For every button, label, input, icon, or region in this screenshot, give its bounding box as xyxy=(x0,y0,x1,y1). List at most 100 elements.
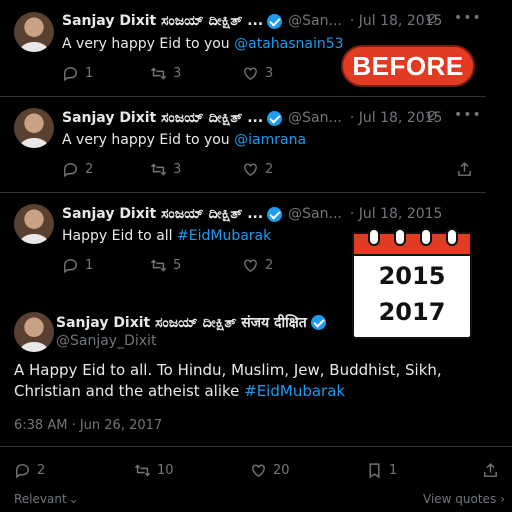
calendar-year-2015: 2015 xyxy=(378,262,446,290)
reply-button[interactable]: 1 xyxy=(62,65,93,82)
author-name[interactable]: Sanjay Dixit ಸಂಜಯ್ ದೀಕ್ಷಿತ್ ... xyxy=(62,110,263,126)
main-tweet-actions: 2 10 20 1 xyxy=(14,462,504,482)
reply-button[interactable]: 2 xyxy=(62,161,93,178)
calendar-ring xyxy=(420,228,432,246)
relevant-label: Relevant xyxy=(14,492,67,506)
retweet-count: 10 xyxy=(157,463,174,478)
reply-button[interactable]: 2 xyxy=(14,462,45,479)
reply-icon xyxy=(63,163,77,178)
reply-count: 2 xyxy=(85,162,94,177)
grok-icon[interactable]: ⊘ xyxy=(426,11,438,27)
main-tweet-timestamp[interactable]: 6:38 AM · Jun 26, 2017 xyxy=(14,418,162,433)
avatar[interactable] xyxy=(14,204,54,244)
calendar-year-2017: 2017 xyxy=(378,298,446,326)
grok-icon[interactable]: ⊘ xyxy=(426,108,438,124)
retweet-icon xyxy=(134,464,151,477)
tweet-header: Sanjay Dixit ಸಂಜಯ್ ದೀಕ್ಷಿತ್ ... @San... … xyxy=(62,108,442,128)
calendar-icon: 2015 2017 xyxy=(352,228,472,339)
tweet-text-content: A very happy Eid to you xyxy=(62,36,235,52)
tweet-date[interactable]: · Jul 18, 2015 xyxy=(350,206,443,222)
heart-icon xyxy=(252,464,265,478)
like-count: 2 xyxy=(265,162,274,177)
more-icon[interactable]: ••• xyxy=(454,107,482,123)
hashtag-link[interactable]: #EidMubarak xyxy=(177,228,271,244)
like-button[interactable]: 3 xyxy=(242,65,273,82)
retweet-icon xyxy=(150,67,167,80)
share-icon xyxy=(458,162,471,176)
main-tweet-handle-row: @Sanjay_Dixit xyxy=(56,331,156,351)
main-tweet-header: Sanjay Dixit ಸಂಜಯ್ ದೀಕ್ಷಿತ್ संजय दीक्षित xyxy=(56,312,330,332)
verified-icon xyxy=(310,314,326,330)
calendar-ring xyxy=(368,228,380,246)
like-count: 20 xyxy=(273,463,290,478)
author-handle[interactable]: @Sanjay_Dixit xyxy=(56,333,156,349)
tweet-text: Happy Eid to all #EidMubarak xyxy=(62,228,271,244)
hashtag-link[interactable]: #EidMubarak xyxy=(244,382,345,400)
divider xyxy=(0,446,512,447)
avatar[interactable] xyxy=(14,108,54,148)
mention-link[interactable]: @atahasnain53 xyxy=(234,36,343,52)
avatar[interactable] xyxy=(14,312,54,352)
heart-icon xyxy=(244,259,257,273)
share-button[interactable] xyxy=(456,161,479,178)
retweet-button[interactable]: 5 xyxy=(150,257,181,274)
relevant-dropdown[interactable]: Relevant ⌄ xyxy=(14,492,79,506)
mention-link[interactable]: @iamrana xyxy=(234,132,306,148)
more-icon[interactable]: ••• xyxy=(454,10,482,26)
author-handle[interactable]: @San... xyxy=(288,13,342,29)
like-button[interactable]: 2 xyxy=(242,257,273,274)
retweet-count: 3 xyxy=(173,162,182,177)
retweet-button[interactable]: 3 xyxy=(150,65,181,82)
tweet-2[interactable]: Sanjay Dixit ಸಂಜಯ್ ದೀಕ್ಷಿತ್ ... @San... … xyxy=(0,96,486,193)
reply-icon xyxy=(15,464,29,479)
like-count: 3 xyxy=(265,66,274,81)
tweet-text-content: A very happy Eid to you xyxy=(62,132,235,148)
main-tweet-text: A Happy Eid to all. To Hindu, Muslim, Je… xyxy=(14,360,498,402)
avatar[interactable] xyxy=(14,12,54,52)
retweet-count: 5 xyxy=(173,258,182,273)
retweet-button[interactable]: 10 xyxy=(134,462,174,479)
like-button[interactable]: 20 xyxy=(250,462,290,479)
like-count: 2 xyxy=(265,258,274,273)
share-button[interactable] xyxy=(482,462,505,479)
bookmark-icon xyxy=(369,463,380,479)
reply-count: 1 xyxy=(85,66,94,81)
tweet-text-content: Happy Eid to all xyxy=(62,228,178,244)
author-full-name[interactable]: Sanjay Dixit ಸಂಜಯ್ ದೀಕ್ಷಿತ್ संजय दीक्षित xyxy=(56,313,307,332)
retweet-button[interactable]: 3 xyxy=(150,161,181,178)
reply-count: 2 xyxy=(37,463,46,478)
calendar-ring xyxy=(394,228,406,246)
tweet-header: Sanjay Dixit ಸಂಜಯ್ ದೀಕ್ಷಿತ್ ... @San... … xyxy=(62,11,442,31)
retweet-icon xyxy=(150,163,167,176)
verified-icon xyxy=(267,206,283,222)
heart-icon xyxy=(244,163,257,177)
reply-button[interactable]: 1 xyxy=(62,257,93,274)
author-handle[interactable]: @San... xyxy=(288,110,342,126)
reply-icon xyxy=(63,259,77,274)
author-handle[interactable]: @San... xyxy=(288,206,342,222)
bookmark-count: 1 xyxy=(389,463,398,478)
author-name[interactable]: Sanjay Dixit ಸಂಜಯ್ ದೀಕ್ಷಿತ್ ... xyxy=(62,13,263,29)
retweet-icon xyxy=(150,259,167,272)
tweet-header: Sanjay Dixit ಸಂಜಯ್ ದೀಕ್ಷಿತ್ ... @San... … xyxy=(62,204,442,224)
tweet-text: A very happy Eid to you @atahasnain53 xyxy=(62,36,344,52)
calendar-ring xyxy=(446,228,458,246)
view-quotes-label: View quotes xyxy=(423,492,497,506)
author-name[interactable]: Sanjay Dixit ಸಂಜಯ್ ದೀಕ್ಷಿತ್ ... xyxy=(62,206,263,222)
chevron-down-icon: ⌄ xyxy=(68,492,79,506)
tweet-actions: 2 3 2 xyxy=(62,161,482,181)
bookmark-button[interactable]: 1 xyxy=(366,462,397,479)
share-icon xyxy=(484,463,497,477)
reply-icon xyxy=(63,67,77,82)
view-quotes-link[interactable]: View quotes › xyxy=(423,492,505,506)
reply-count: 1 xyxy=(85,258,94,273)
verified-icon xyxy=(267,13,283,29)
heart-icon xyxy=(244,67,257,81)
tweet-text: A very happy Eid to you @iamrana xyxy=(62,132,306,148)
like-button[interactable]: 2 xyxy=(242,161,273,178)
verified-icon xyxy=(267,110,283,126)
retweet-count: 3 xyxy=(173,66,182,81)
chevron-right-icon: › xyxy=(500,492,506,506)
main-tweet-text-content: A Happy Eid to all. To Hindu, Muslim, Je… xyxy=(14,361,442,400)
before-badge: BEFORE xyxy=(341,45,475,87)
